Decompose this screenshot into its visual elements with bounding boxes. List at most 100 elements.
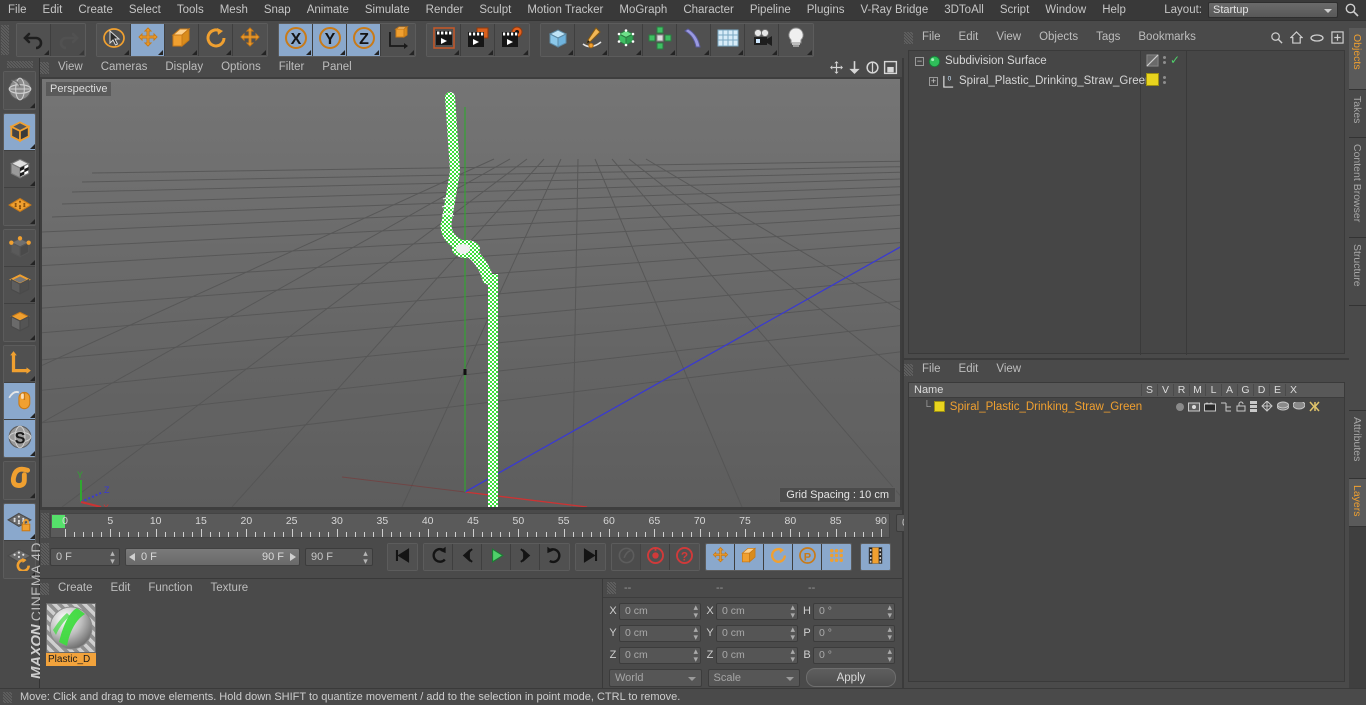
select-tool[interactable] <box>97 23 131 56</box>
lock-flag-icon[interactable] <box>1236 401 1246 412</box>
world-object-coord-button[interactable] <box>381 23 415 56</box>
material-menu-grip[interactable] <box>40 582 49 595</box>
soft-selection-button[interactable]: S <box>4 420 35 457</box>
submenu-corner-icon[interactable] <box>30 413 35 418</box>
right-tab-attributes[interactable]: Attributes <box>1349 411 1366 479</box>
material-swatch[interactable] <box>46 603 96 653</box>
menu-3dtoall[interactable]: 3DToAll <box>936 0 992 20</box>
rotation-p-field[interactable]: 0 ° ▴ ▾ <box>813 624 895 642</box>
render-settings-button[interactable] <box>495 23 529 56</box>
layer-menu-view[interactable]: View <box>987 360 1030 379</box>
viewport-menu-display[interactable]: Display <box>156 58 212 77</box>
texture-mode-button[interactable] <box>4 151 35 188</box>
layer-column-l[interactable]: L <box>1205 384 1221 396</box>
layer-row[interactable]: └ Spiral_Plastic_Drinking_Straw_Green <box>909 398 1344 415</box>
maximize-view-icon[interactable] <box>883 60 898 75</box>
right-tab-objects[interactable]: Objects <box>1349 28 1366 90</box>
menu-create[interactable]: Create <box>70 0 121 20</box>
submenu-corner-icon[interactable] <box>30 451 35 456</box>
preview-range-bar[interactable]: 0 F 90 F <box>125 548 300 566</box>
menu-window[interactable]: Window <box>1037 0 1094 20</box>
submenu-corner-icon[interactable] <box>226 49 231 55</box>
submenu-corner-icon[interactable] <box>772 49 777 55</box>
stepper-icon[interactable]: ▴▾ <box>693 647 698 664</box>
rotate-tool[interactable] <box>199 23 233 56</box>
viewport-menu-view[interactable]: View <box>49 58 92 77</box>
record-rotation-button[interactable] <box>764 544 793 570</box>
submenu-corner-icon[interactable] <box>340 49 345 55</box>
record-position-button[interactable] <box>706 544 735 570</box>
position-x-field[interactable]: 0 cm ▴ ▾ <box>619 602 701 620</box>
submenu-corner-icon[interactable] <box>30 376 35 381</box>
submenu-corner-icon[interactable] <box>30 219 35 224</box>
range-left-arrow-icon[interactable] <box>129 553 137 561</box>
go-frame-back-button[interactable] <box>453 544 482 570</box>
stepper-icon[interactable]: ▴▾ <box>361 549 370 566</box>
menu-script[interactable]: Script <box>992 0 1037 20</box>
add-deformer-button[interactable] <box>677 23 711 56</box>
submenu-corner-icon[interactable] <box>30 103 35 108</box>
apply-button[interactable]: Apply <box>806 668 896 687</box>
submenu-corner-icon[interactable] <box>602 49 607 55</box>
right-tab-layers[interactable]: Layers <box>1349 479 1366 527</box>
material-name-label[interactable]: Plastic_D <box>46 653 96 666</box>
add-generator-button[interactable] <box>609 23 643 56</box>
home-icon[interactable] <box>1290 31 1303 44</box>
layer-column-s[interactable]: S <box>1141 384 1157 396</box>
menu-file[interactable]: File <box>0 0 35 20</box>
layer-manager-grip[interactable] <box>904 363 913 376</box>
object-menu-objects[interactable]: Objects <box>1030 28 1087 47</box>
stepper-icon[interactable]: ▴▾ <box>790 647 795 664</box>
add-light-button[interactable] <box>779 23 813 56</box>
size-x-field[interactable]: 0 cm ▴ ▾ <box>716 602 798 620</box>
submenu-corner-icon[interactable] <box>30 297 35 302</box>
add-scene-object-button[interactable] <box>711 23 745 56</box>
perspective-viewport[interactable]: Y Z X Perspective Grid Spacing : 10 cm <box>42 79 900 507</box>
object-row-subdivision-surface[interactable]: − Subdivision Surface ✓ <box>909 51 1344 71</box>
size-z-field[interactable]: 0 cm ▴ ▾ <box>716 646 798 664</box>
add-primitive-button[interactable] <box>541 23 575 56</box>
record-active-objects-button[interactable] <box>641 544 670 570</box>
lock-y-button[interactable]: Y <box>313 23 347 56</box>
xref-flag-icon[interactable] <box>1309 401 1320 412</box>
plus-box-icon[interactable] <box>1331 31 1344 44</box>
material-menu-edit[interactable]: Edit <box>102 579 140 598</box>
rotate-view-icon[interactable] <box>865 60 880 75</box>
enable-snapping-button[interactable] <box>4 383 35 420</box>
layer-column-d[interactable]: D <box>1253 384 1269 396</box>
menu-plugins[interactable]: Plugins <box>799 0 853 20</box>
submenu-corner-icon[interactable] <box>807 49 812 55</box>
menu-render[interactable]: Render <box>418 0 472 20</box>
menu-mesh[interactable]: Mesh <box>212 0 256 20</box>
submenu-corner-icon[interactable] <box>44 49 49 55</box>
submenu-corner-icon[interactable] <box>409 49 414 55</box>
menu-pipeline[interactable]: Pipeline <box>742 0 799 20</box>
move-tool[interactable] <box>131 23 165 56</box>
coordinate-mode-dropdown[interactable]: Scale <box>707 668 800 687</box>
undo-button[interactable] <box>17 23 51 56</box>
layer-column-r[interactable]: R <box>1173 384 1189 396</box>
go-to-end-button[interactable] <box>576 544 605 570</box>
workplane-mode-button[interactable] <box>4 188 35 225</box>
viewport-menu-filter[interactable]: Filter <box>270 58 314 77</box>
timeline-ruler[interactable]: 0 5 10 15 20 25 30 35 40 45 50 55 60 65 70 75 80 85 90 <box>50 513 890 538</box>
pan-icon[interactable] <box>829 60 844 75</box>
object-tree[interactable]: − Subdivision Surface ✓ + 0 Spiral_Plast… <box>908 50 1345 355</box>
previous-key-button[interactable] <box>424 544 453 570</box>
visibility-dot-editor[interactable] <box>1163 75 1166 79</box>
material-menu-create[interactable]: Create <box>49 579 102 598</box>
menu-snap[interactable]: Snap <box>256 0 299 20</box>
stepper-icon[interactable]: ▴▾ <box>887 603 892 620</box>
scale-tool[interactable] <box>165 23 199 56</box>
render-view-button[interactable] <box>427 23 461 56</box>
record-pla-button[interactable]: P <box>793 544 822 570</box>
right-tab-takes[interactable]: Takes <box>1349 90 1366 138</box>
points-mode-button[interactable] <box>4 230 35 267</box>
layer-list[interactable]: Name S V R M L A G D E X └ Spiral_Plastic_Drinking… <box>908 382 1345 682</box>
visible-flag-icon[interactable] <box>1188 402 1200 412</box>
submenu-corner-icon[interactable] <box>704 49 709 55</box>
animation-flag-icon[interactable] <box>1250 401 1257 412</box>
menu-edit[interactable]: Edit <box>35 0 71 20</box>
lock-x-button[interactable]: X <box>279 23 313 56</box>
submenu-corner-icon[interactable] <box>636 49 641 55</box>
